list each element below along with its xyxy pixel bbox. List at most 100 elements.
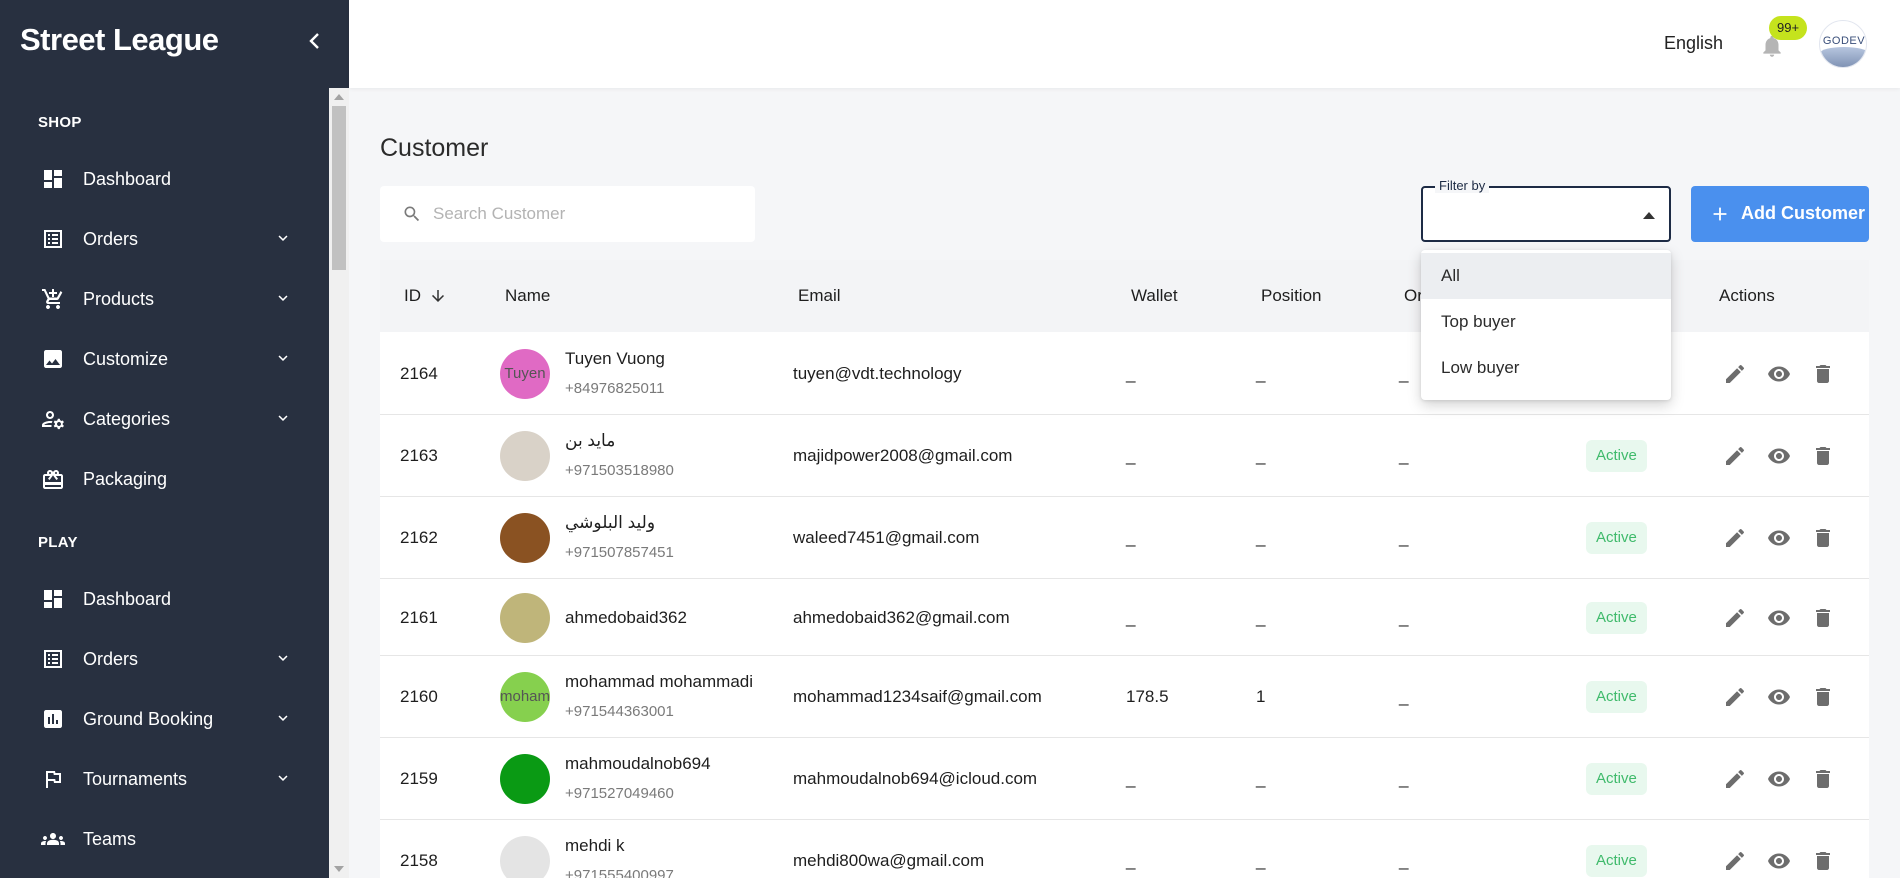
table-row[interactable]: 2162 وليد البلوشي +971507857451 waleed7451@… — [380, 497, 1869, 579]
view-button[interactable] — [1767, 362, 1791, 386]
filter-option-top-buyer[interactable]: Top buyer — [1421, 299, 1671, 345]
sidebar-nav: SHOP Dashboard Orders Products Customize Cate… — [0, 88, 349, 878]
sidebar-item-shop-customize[interactable]: Customize — [0, 335, 329, 383]
column-header-name: Name — [505, 286, 551, 305]
table-row[interactable]: 2159 mahmoudalnob694 +971527049460 mahmouda… — [380, 738, 1869, 820]
filter-option-all[interactable]: All — [1421, 253, 1671, 299]
pencil-icon — [1726, 446, 1745, 465]
eye-icon — [1768, 448, 1790, 464]
trash-icon — [1816, 365, 1830, 383]
cell-wallet: _ — [1126, 446, 1136, 465]
delete-button[interactable] — [1811, 767, 1835, 791]
chevron-down-icon — [278, 655, 288, 661]
status-badge: Active — [1586, 602, 1647, 634]
sidebar-item-label: Customize — [83, 348, 169, 369]
delete-button[interactable] — [1811, 526, 1835, 550]
delete-button[interactable] — [1811, 444, 1835, 468]
collapse-sidebar-button[interactable] — [304, 28, 326, 54]
language-selector[interactable]: English — [1664, 33, 1723, 54]
scroll-down-arrow-icon[interactable] — [334, 866, 344, 872]
sidebar-item-label: Packaging — [83, 468, 168, 489]
flag-icon — [40, 767, 66, 791]
edit-button[interactable] — [1723, 606, 1747, 630]
dashboard-icon — [40, 587, 66, 611]
user-avatar[interactable]: GODEV — [1819, 20, 1867, 68]
delete-button[interactable] — [1811, 606, 1835, 630]
sidebar-item-shop-orders[interactable]: Orders — [0, 215, 329, 263]
filter-select[interactable]: Filter by — [1421, 178, 1671, 242]
delete-button[interactable] — [1811, 685, 1835, 709]
search-box — [380, 186, 755, 242]
eye-icon — [1768, 610, 1790, 626]
page-title: Customer — [380, 134, 489, 162]
view-button[interactable] — [1767, 444, 1791, 468]
edit-button[interactable] — [1723, 362, 1747, 386]
view-button[interactable] — [1767, 849, 1791, 873]
status-badge: Active — [1586, 763, 1647, 795]
status-badge: Active — [1586, 522, 1647, 554]
cell-phone: +971507857451 — [565, 544, 674, 561]
pencil-icon — [1726, 528, 1745, 547]
filter-option-low-buyer[interactable]: Low buyer — [1421, 345, 1671, 391]
table-row[interactable]: 2163 مايد بن +971503518980 majidpower2008@g… — [380, 415, 1869, 497]
expand-chevron[interactable] — [274, 769, 292, 787]
add-customer-button[interactable]: Add Customer — [1691, 186, 1869, 242]
chevron-down-icon — [278, 775, 288, 781]
trash-icon — [1816, 852, 1830, 870]
table-row[interactable]: 2158 mehdi k +971555400997 mehdi800wa@gmail… — [380, 820, 1869, 878]
cell-orders: _ — [1399, 851, 1409, 870]
sidebar-item-play-tournaments[interactable]: Tournaments — [0, 755, 329, 803]
sidebar: Street League SHOP Dashboard Orders Product… — [0, 0, 349, 878]
expand-chevron[interactable] — [274, 709, 292, 727]
edit-button[interactable] — [1723, 526, 1747, 550]
column-header-wallet: Wallet — [1131, 286, 1178, 305]
edit-button[interactable] — [1723, 685, 1747, 709]
sidebar-item-label: Tournaments — [83, 768, 188, 789]
view-button[interactable] — [1767, 526, 1791, 550]
cell-id: 2161 — [400, 608, 438, 627]
sidebar-item-shop-dashboard[interactable]: Dashboard — [0, 155, 329, 203]
cell-email: waleed7451@gmail.com — [793, 528, 980, 547]
scrollbar-thumb[interactable] — [332, 106, 346, 270]
table-row[interactable]: 2161 ahmedobaid362 ahmedobaid362@gmail.com… — [380, 579, 1869, 656]
cell-id: 2162 — [400, 528, 438, 547]
sidebar-item-play-orders[interactable]: Orders — [0, 635, 329, 683]
expand-chevron[interactable] — [274, 409, 292, 427]
expand-chevron[interactable] — [274, 649, 292, 667]
filter-label: Filter by — [1435, 178, 1490, 193]
sidebar-item-play-dashboard[interactable]: Dashboard — [0, 575, 329, 623]
sidebar-item-label: Products — [83, 288, 155, 309]
sidebar-item-play-ground-booking[interactable]: Ground Booking — [0, 695, 329, 743]
scroll-up-arrow-icon[interactable] — [334, 94, 344, 100]
view-button[interactable] — [1767, 606, 1791, 630]
sidebar-item-shop-packaging[interactable]: Packaging — [0, 455, 329, 503]
sidebar-item-label: Orders — [83, 648, 139, 669]
eye-icon — [1768, 530, 1790, 546]
delete-button[interactable] — [1811, 849, 1835, 873]
filter-dropdown-menu: All Top buyer Low buyer — [1421, 250, 1671, 400]
edit-button[interactable] — [1723, 849, 1747, 873]
trash-icon — [1816, 447, 1830, 465]
sidebar-scrollbar[interactable] — [329, 88, 349, 878]
sidebar-item-shop-categories[interactable]: Categories — [0, 395, 329, 443]
column-header-id[interactable]: ID — [404, 286, 421, 306]
edit-button[interactable] — [1723, 767, 1747, 791]
expand-chevron[interactable] — [274, 289, 292, 307]
cell-id: 2160 — [400, 687, 438, 706]
table-row[interactable]: 2160 mohammad mohammad mohammadi +971544363… — [380, 656, 1869, 738]
search-input[interactable] — [433, 186, 743, 242]
sidebar-item-shop-products[interactable]: Products — [0, 275, 329, 323]
view-button[interactable] — [1767, 685, 1791, 709]
edit-button[interactable] — [1723, 444, 1747, 468]
expand-chevron[interactable] — [274, 229, 292, 247]
sidebar-item-play-teams[interactable]: Teams — [0, 815, 329, 863]
expand-chevron[interactable] — [274, 349, 292, 367]
cell-phone: +971555400997 — [565, 867, 674, 878]
view-button[interactable] — [1767, 767, 1791, 791]
sidebar-item-label: Categories — [83, 408, 171, 429]
sort-arrow-down-icon[interactable] — [429, 287, 447, 305]
cell-id: 2159 — [400, 769, 438, 788]
delete-button[interactable] — [1811, 362, 1835, 386]
cell-email: mahmoudalnob694@icloud.com — [793, 769, 1038, 788]
cell-name: mahmoudalnob694 — [565, 754, 711, 773]
